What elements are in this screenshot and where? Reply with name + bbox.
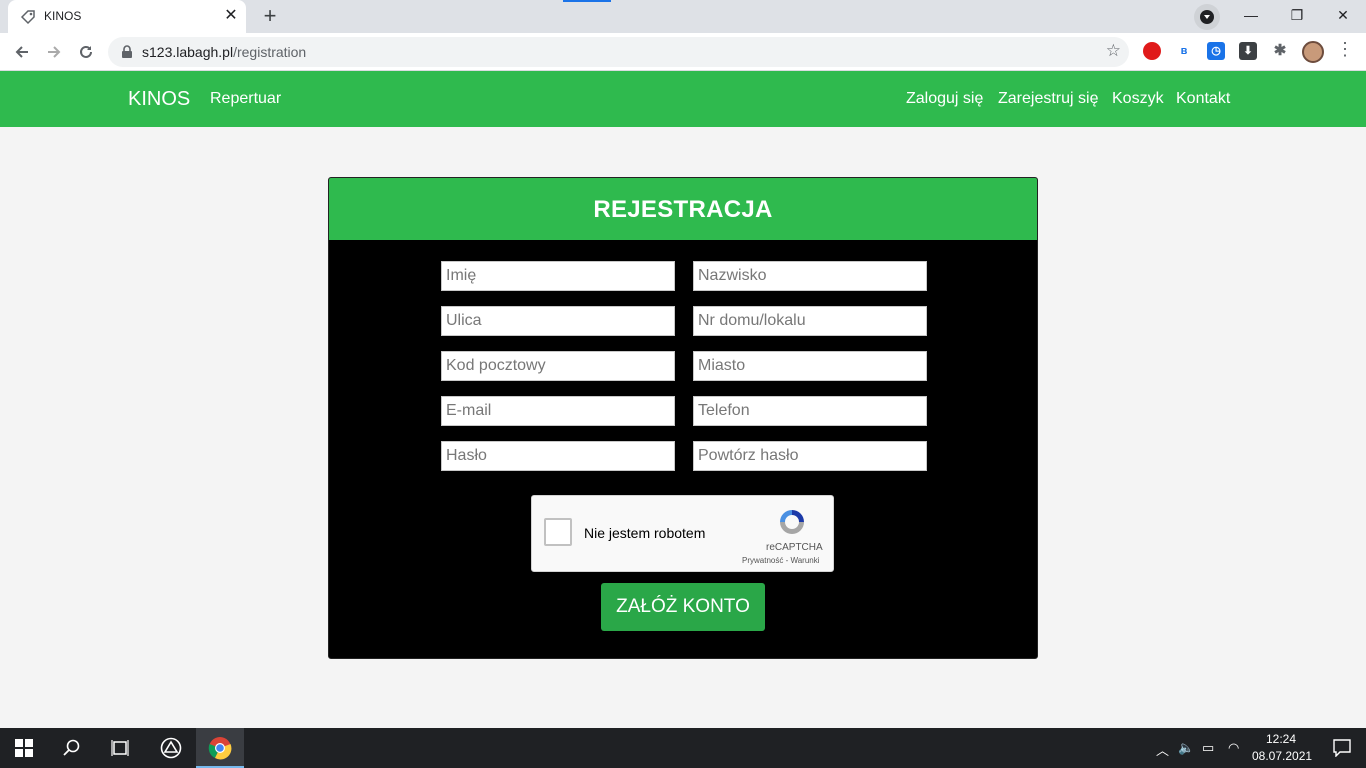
app-launcher-button[interactable] <box>148 728 196 768</box>
url-text: s123.labagh.pl/registration <box>142 44 306 60</box>
address-bar[interactable]: s123.labagh.pl/registration ☆ <box>108 37 1129 67</box>
house-number-field[interactable] <box>693 306 927 336</box>
recaptcha-checkbox[interactable] <box>544 518 572 546</box>
volume-icon[interactable]: 🔈 <box>1178 740 1194 756</box>
create-account-button[interactable]: ZAŁÓŻ KONTO <box>601 583 765 631</box>
taskbar-clock[interactable]: 12:24 08.07.2021 <box>1252 731 1313 765</box>
nav-link-login[interactable]: Zaloguj się <box>906 90 983 108</box>
notification-icon <box>1333 739 1351 757</box>
url-path: /registration <box>233 44 307 60</box>
puzzle-extensions-icon[interactable]: ✱ <box>1271 42 1289 60</box>
recaptcha-widget: Nie jestem robotem reCAPTCHA Prywatność … <box>531 495 834 572</box>
battery-icon[interactable]: ▭ <box>1202 740 1214 756</box>
site-navbar: KINOS Repertuar Zaloguj się Zarejestruj … <box>0 71 1366 127</box>
lock-icon <box>122 45 132 58</box>
clock-time: 12:24 <box>1265 732 1297 746</box>
recaptcha-logo-icon <box>780 510 804 534</box>
first-name-field[interactable] <box>441 261 675 291</box>
notifications-button[interactable] <box>1318 728 1366 768</box>
task-view-button[interactable] <box>96 728 144 768</box>
reload-icon <box>80 45 92 58</box>
close-window-button[interactable]: ✕ <box>1320 0 1366 30</box>
forward-button[interactable] <box>40 38 68 66</box>
tab-strip: KINOS ✕ + — ❐ ✕ <box>0 0 1366 33</box>
profile-avatar[interactable] <box>1302 41 1324 63</box>
tab-title: KINOS <box>44 9 82 23</box>
back-button[interactable] <box>8 38 36 66</box>
windows-taskbar: ︿ 🔈 ▭ ◠ 12:24 08.07.2021 <box>0 728 1366 768</box>
repeat-password-field[interactable] <box>693 441 927 471</box>
recaptcha-brand: reCAPTCHA <box>766 542 823 553</box>
windows-logo-icon <box>15 739 33 757</box>
media-control-button[interactable] <box>1194 4 1220 30</box>
nav-link-contact[interactable]: Kontakt <box>1176 90 1230 108</box>
recaptcha-terms-links[interactable]: Prywatność - Warunki <box>742 556 820 565</box>
triangle-app-icon <box>160 737 182 759</box>
street-field[interactable] <box>441 306 675 336</box>
registration-card: REJESTRACJA Nie jestem robotem reCAPTCHA… <box>328 177 1038 659</box>
back-arrow-icon <box>15 46 28 58</box>
task-view-icon <box>111 740 129 756</box>
browser-toolbar: s123.labagh.pl/registration ☆ ʙ ◷ ⬇ ✱ ⋮ <box>0 33 1366 71</box>
nav-link-cart[interactable]: Koszyk <box>1112 90 1164 108</box>
clock-extension-icon[interactable]: ◷ <box>1207 42 1225 60</box>
postal-code-field[interactable] <box>441 351 675 381</box>
phone-field[interactable] <box>693 396 927 426</box>
clock-date: 08.07.2021 <box>1252 749 1313 763</box>
city-field[interactable] <box>693 351 927 381</box>
reload-button[interactable] <box>72 38 100 66</box>
menu-dots-icon[interactable]: ⋮ <box>1336 39 1354 60</box>
search-icon <box>63 739 80 756</box>
tab-close-icon[interactable]: ✕ <box>222 7 240 25</box>
recaptcha-label: Nie jestem robotem <box>584 525 706 541</box>
chrome-taskbar-button[interactable] <box>196 728 244 768</box>
tab-strip-indicator <box>563 0 611 2</box>
password-field[interactable] <box>441 441 675 471</box>
b-extension-icon[interactable]: ʙ <box>1175 42 1193 60</box>
download-extension-icon[interactable]: ⬇ <box>1239 42 1257 60</box>
chevron-down-icon <box>1200 10 1214 24</box>
email-field[interactable] <box>441 396 675 426</box>
wifi-icon[interactable]: ◠ <box>1228 740 1239 756</box>
chevron-up-icon[interactable]: ︿ <box>1156 740 1169 759</box>
browser-tab[interactable]: KINOS ✕ <box>8 0 246 33</box>
new-tab-button[interactable]: + <box>256 4 284 30</box>
maximize-button[interactable]: ❐ <box>1274 0 1320 30</box>
start-button[interactable] <box>0 728 48 768</box>
tag-icon <box>20 10 35 25</box>
nav-link-repertuar[interactable]: Repertuar <box>210 90 281 108</box>
url-host: s123.labagh.pl <box>142 44 234 60</box>
nav-link-register[interactable]: Zarejestruj się <box>998 90 1098 108</box>
card-header: REJESTRACJA <box>329 178 1037 240</box>
search-button[interactable] <box>48 728 96 768</box>
minimize-button[interactable]: — <box>1228 0 1274 30</box>
chrome-icon <box>208 737 232 760</box>
page-title: REJESTRACJA <box>593 196 773 223</box>
adblock-extension-icon[interactable] <box>1143 42 1161 60</box>
forward-arrow-icon <box>48 46 61 58</box>
bookmark-star-icon[interactable]: ☆ <box>1106 41 1121 61</box>
site-brand-link[interactable]: KINOS <box>128 88 190 111</box>
last-name-field[interactable] <box>693 261 927 291</box>
